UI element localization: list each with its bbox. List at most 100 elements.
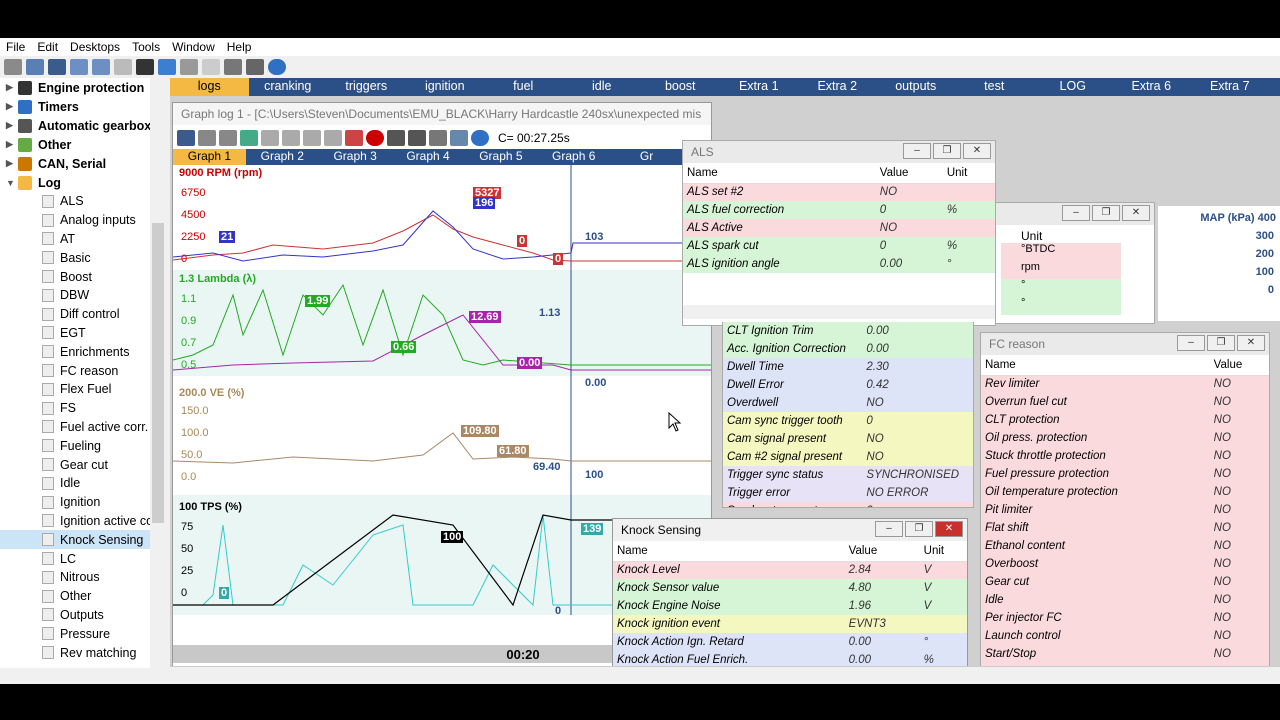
table-row[interactable]: Cam signal present NO <box>723 430 973 448</box>
table-row[interactable]: Trigger sync status SYNCHRONISED <box>723 466 973 484</box>
table-row[interactable]: ALS Active NO <box>683 219 995 237</box>
tab-boost[interactable]: boost <box>641 78 720 96</box>
tree-subitem[interactable]: Diff control <box>0 305 166 324</box>
column-header[interactable]: Name <box>613 541 845 562</box>
tree-hscrollbar[interactable] <box>0 668 166 684</box>
tree-subitem[interactable]: Rev matching <box>0 643 166 662</box>
tree-subitem[interactable]: Nitrous <box>0 568 166 587</box>
tree-subitem[interactable]: AT <box>0 230 166 249</box>
tree-subitem[interactable]: Analog inputs <box>0 211 166 230</box>
download-icon[interactable] <box>92 59 110 75</box>
table-row[interactable]: Per injector FC NO <box>981 609 1269 627</box>
tree-item-can-serial[interactable]: ▶ CAN, Serial <box>0 154 166 173</box>
table-row[interactable]: ALS spark cut 0% <box>683 237 995 255</box>
tab-idle[interactable]: idle <box>563 78 642 96</box>
check-icon[interactable] <box>114 59 132 75</box>
table-row[interactable]: Knock Action Ign. Retard 0.00 ° <box>613 633 967 651</box>
restore-button[interactable]: ❐ <box>1207 335 1235 351</box>
column-header[interactable]: Unit <box>919 541 967 562</box>
table-row[interactable]: CLT protection NO <box>981 411 1269 429</box>
menu-item-desktops[interactable]: Desktops <box>64 38 126 56</box>
table-row[interactable]: ALS fuel correction 0% <box>683 201 995 219</box>
chart-icon[interactable] <box>450 130 468 146</box>
tree-subitem[interactable]: LC <box>0 549 166 568</box>
close-button[interactable]: ✕ <box>963 143 991 159</box>
tab-triggers[interactable]: triggers <box>327 78 406 96</box>
tree-subitem[interactable]: Fueling <box>0 436 166 455</box>
table-row[interactable]: Knock Sensor value 4.80 V <box>613 579 967 597</box>
list-icon[interactable] <box>387 130 405 146</box>
tree-subitem[interactable]: Fuel active corr. <box>0 418 166 437</box>
table-row[interactable]: ALS ignition angle 0.00 ° <box>683 255 995 273</box>
table-row[interactable]: Stuck throttle protection NO <box>981 447 1269 465</box>
table-row[interactable]: Pit limiter NO <box>981 501 1269 519</box>
tree-subitem[interactable]: ALS <box>0 192 166 211</box>
tab-cranking[interactable]: cranking <box>249 78 328 96</box>
close-button[interactable]: ✕ <box>1237 335 1265 351</box>
pencil-icon[interactable] <box>4 59 22 75</box>
graph-panel[interactable]: 9000 RPM (rpm) 1.3 Lambda (λ) 200.0 VE (… <box>173 165 711 645</box>
tab-test[interactable]: test <box>955 78 1034 96</box>
tree-subitem[interactable]: Boost <box>0 267 166 286</box>
tree-subitem[interactable]: Ignition <box>0 493 166 512</box>
minimize-button[interactable]: – <box>1062 205 1090 221</box>
tree-subitem[interactable]: Idle <box>0 474 166 493</box>
tree-subitem[interactable]: FS <box>0 399 166 418</box>
tab-log[interactable]: LOG <box>1034 78 1113 96</box>
table-row[interactable]: Knock Engine Noise 1.96 V <box>613 597 967 615</box>
menu-item-tools[interactable]: Tools <box>126 38 166 56</box>
table-row[interactable]: Gear cut NO <box>981 573 1269 591</box>
table-row[interactable]: Acc. Ignition Correction 0.00 <box>723 340 973 358</box>
tree-subitem[interactable]: FC reason <box>0 361 166 380</box>
help-icon[interactable] <box>268 59 286 75</box>
tree-subitem[interactable]: Flex Fuel <box>0 380 166 399</box>
channels-icon[interactable] <box>408 130 426 146</box>
graph-tab[interactable]: Graph 3 <box>319 149 392 165</box>
graph-tab[interactable]: Graph 5 <box>464 149 537 165</box>
graph-tab[interactable]: Graph 6 <box>537 149 610 165</box>
save-icon[interactable] <box>177 130 195 146</box>
expand-arrow-icon[interactable]: ▶ <box>6 82 18 93</box>
tab-extra-7[interactable]: Extra 7 <box>1191 78 1270 96</box>
tree-item-log[interactable]: ▼ Log <box>0 173 166 192</box>
upload-icon[interactable] <box>70 59 88 75</box>
minimize-button[interactable]: – <box>1177 335 1205 351</box>
graph-tab[interactable]: Graph 4 <box>392 149 465 165</box>
tree-subitem[interactable]: Enrichments <box>0 342 166 361</box>
table-row[interactable]: Cam #2 signal present NO <box>723 448 973 466</box>
expand-arrow-icon[interactable]: ▶ <box>6 101 18 112</box>
tree-item-automatic-gearbox[interactable]: ▶ Automatic gearbox <box>0 116 166 135</box>
graph-tab[interactable]: Graph 2 <box>246 149 319 165</box>
menu-item-window[interactable]: Window <box>166 38 221 56</box>
tree-item-engine-protection[interactable]: ▶ Engine protection <box>0 78 166 97</box>
table-row[interactable]: Knock Level 2.84 V <box>613 561 967 579</box>
zoom-reset-icon[interactable] <box>324 130 342 146</box>
table-row[interactable]: Idle NO <box>981 591 1269 609</box>
collapse-arrow-icon[interactable]: ▼ <box>6 178 18 188</box>
tab-extra-1[interactable]: Extra 1 <box>720 78 799 96</box>
table-row[interactable]: Overdwell NO <box>723 394 973 412</box>
tree-subitem[interactable]: Ignition active co <box>0 512 166 531</box>
clipboard-icon[interactable] <box>202 59 220 75</box>
minimize-button[interactable]: – <box>875 521 903 537</box>
table-row[interactable]: Start/Stop NO <box>981 645 1269 663</box>
table-row[interactable]: Rev limiter NO <box>981 375 1269 393</box>
zoom-in-icon[interactable] <box>261 130 279 146</box>
tab-ignition[interactable]: ignition <box>406 78 485 96</box>
tree-subitem[interactable]: EGT <box>0 324 166 343</box>
zoom-fit-icon[interactable] <box>303 130 321 146</box>
column-header[interactable]: Value <box>875 163 943 184</box>
list-icon[interactable] <box>136 59 154 75</box>
table-row[interactable]: Dwell Time 2.30 <box>723 358 973 376</box>
column-header[interactable]: Unit <box>942 163 995 184</box>
save-icon[interactable] <box>48 59 66 75</box>
mdi-hscrollbar[interactable] <box>170 666 1280 684</box>
tools-icon[interactable] <box>246 59 264 75</box>
tree-subitem[interactable]: Knock Sensing <box>0 530 166 550</box>
help-icon[interactable] <box>471 130 489 146</box>
table-row[interactable]: Cam sync trigger tooth 0 <box>723 412 973 430</box>
column-header[interactable]: Name <box>683 163 876 184</box>
export-icon[interactable] <box>240 130 258 146</box>
expand-arrow-icon[interactable]: ▶ <box>6 158 18 169</box>
table-row[interactable]: Oil press. protection NO <box>981 429 1269 447</box>
